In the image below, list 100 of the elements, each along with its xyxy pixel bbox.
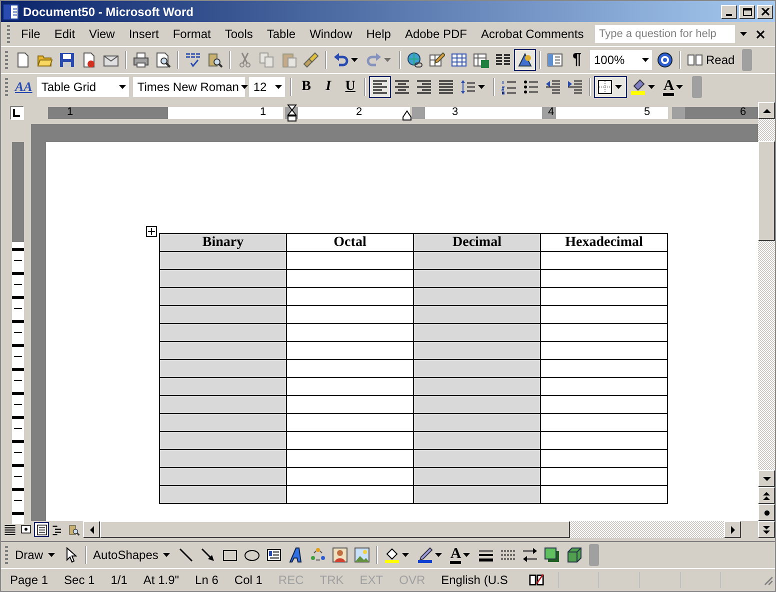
italic-button[interactable]: I (317, 76, 340, 98)
highlighter-icon (630, 79, 646, 95)
dropdown-field[interactable]: 100% (590, 50, 652, 70)
ruler-number: 5 (644, 106, 650, 118)
font-color-button[interactable]: A (660, 76, 688, 98)
toolbar-grip[interactable] (5, 78, 8, 96)
ruler-number: 4 (548, 106, 554, 118)
menu-item[interactable]: Tools (218, 25, 260, 43)
up-arrow-icon (762, 108, 770, 112)
outline-icon (52, 524, 64, 536)
column-marker[interactable] (672, 107, 685, 119)
document-restricted-icon (81, 52, 97, 68)
scroll-right-button[interactable] (724, 521, 741, 538)
borders-icon (597, 79, 614, 95)
menu-button[interactable]: AutoShapes (90, 544, 176, 566)
menu-item[interactable]: Adobe PDF (398, 25, 474, 43)
menu-item[interactable]: Insert (122, 25, 166, 43)
paint-bucket-icon (384, 547, 400, 563)
caret-icon (275, 85, 282, 89)
dropdown-field[interactable]: 12 (249, 77, 286, 97)
borders-button[interactable] (594, 76, 628, 98)
next-page-button[interactable] (758, 521, 775, 538)
shadow-square-icon (544, 547, 560, 563)
pen-icon (417, 547, 434, 563)
maximize-button[interactable] (739, 4, 755, 18)
print-layout-view-button[interactable] (34, 522, 49, 537)
scrollbar-thumb[interactable] (758, 141, 775, 241)
drawing-shapes-icon (517, 52, 533, 68)
normal-view-button[interactable] (2, 522, 17, 537)
menu-item[interactable]: View (82, 25, 122, 43)
bold-button[interactable]: B (295, 76, 318, 98)
menu-item[interactable]: File (14, 25, 48, 43)
indent-marker-icon (287, 104, 297, 122)
scroll-down-button[interactable] (758, 470, 775, 487)
minimize-button[interactable] (721, 4, 737, 18)
menu-item[interactable]: Help (359, 25, 398, 43)
help-search-field[interactable]: Type a question for help (595, 25, 735, 43)
clipboard-icon (281, 52, 297, 68)
status-field: English (U.S (434, 571, 515, 589)
increase-indent-icon (567, 79, 584, 95)
text-box-icon (266, 547, 282, 563)
font-color-button[interactable]: A (447, 544, 476, 566)
menu-item[interactable]: Table (260, 25, 303, 43)
toolbar-grip[interactable] (5, 51, 8, 69)
ruler-number: 2 (356, 106, 362, 118)
book-check-icon (528, 572, 544, 588)
caret-icon (240, 85, 248, 89)
open-book-icon (687, 52, 703, 68)
status-field: Col 1 (227, 571, 270, 589)
left-tab-icon (13, 109, 21, 117)
arrow-style-icon (522, 547, 538, 563)
globe-chain-icon (407, 52, 423, 68)
spreadsheet-icon (473, 52, 489, 68)
diagram-icon (310, 547, 326, 563)
menu-button[interactable]: Draw (12, 544, 60, 566)
drawing-shapes-button[interactable] (514, 49, 536, 71)
numbered-list-icon (501, 79, 518, 95)
column-marker[interactable] (542, 107, 556, 119)
caret-icon (119, 85, 126, 89)
table-pencil-icon (429, 52, 445, 68)
close-button[interactable] (757, 4, 773, 18)
book-magnifier-icon (207, 52, 223, 68)
browse-object-button[interactable] (758, 504, 775, 521)
tab-selector-button[interactable] (10, 106, 24, 120)
status-field: Page 1 (3, 571, 56, 589)
reading-layout-view-button[interactable] (66, 522, 81, 537)
down-arrow-icon (762, 476, 770, 480)
menu-item[interactable]: Format (166, 25, 218, 43)
ruler-number: 6 (740, 106, 746, 118)
page-icon (36, 524, 48, 536)
picture-icon (354, 547, 370, 563)
double-up-arrow-icon (763, 492, 770, 500)
table-icon (451, 52, 467, 68)
maximize-icon (742, 8, 752, 16)
dropdown-field[interactable]: Times New Roman (133, 77, 246, 97)
printer-icon (133, 52, 149, 68)
show-formatting-button[interactable]: ¶ (566, 49, 588, 71)
read-button[interactable]: Read (684, 49, 738, 71)
bulleted-list-icon (523, 79, 540, 95)
align-left-button[interactable] (369, 76, 392, 98)
menu-item[interactable]: Window (302, 25, 360, 43)
scrollbar-thumb[interactable] (100, 521, 570, 538)
dot-icon (764, 510, 770, 516)
scissors-icon (237, 52, 253, 68)
styles-button[interactable]: AA (12, 76, 36, 98)
dropdown-field[interactable]: Table Grid (37, 77, 130, 97)
scroll-left-button[interactable] (83, 521, 100, 538)
toolbar-grip[interactable] (5, 546, 8, 564)
ruler-number: 1 (66, 106, 74, 118)
menu-item[interactable]: Acrobat Comments (474, 25, 591, 43)
column-marker[interactable] (412, 107, 425, 119)
arrow-icon (200, 547, 216, 563)
copy-icon (259, 52, 275, 68)
columns-icon (495, 52, 511, 68)
previous-page-button[interactable] (758, 487, 775, 504)
rectangle-icon (222, 547, 238, 563)
line-icon (178, 547, 194, 563)
menu-item[interactable]: Edit (47, 25, 82, 43)
underline-button[interactable]: U (339, 76, 362, 98)
scroll-up-button[interactable] (758, 102, 775, 119)
